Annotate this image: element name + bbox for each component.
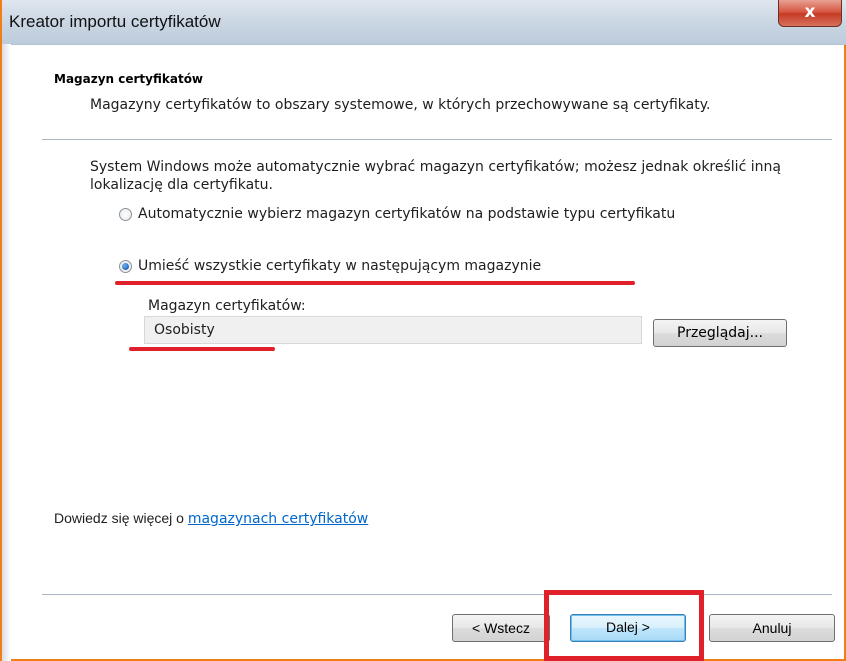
learn-more-text: Dowiedz się więcej o magazynach certyfik… (54, 510, 368, 527)
auto-select-store-option[interactable]: Automatycznie wybierz magazyn certyfikat… (119, 206, 675, 222)
certificate-stores-link[interactable]: magazynach certyfikatów (188, 511, 368, 527)
left-edge-shadow (2, 44, 11, 661)
store-field-label: Magazyn certyfikatów: (148, 298, 306, 314)
close-button[interactable]: x (778, 0, 842, 27)
page-description: Magazyny certyfikatów to obszary systemo… (90, 97, 711, 113)
back-button[interactable]: < Wstecz (452, 614, 550, 642)
certificate-store-field[interactable]: Osobisty (144, 316, 642, 344)
title-bar[interactable]: Kreator importu certyfikatów x (2, 0, 846, 45)
annotation-underline-store (129, 347, 275, 351)
footer-divider (42, 594, 832, 595)
cancel-button[interactable]: Anuluj (709, 614, 835, 642)
browse-button[interactable]: Przeglądaj... (653, 319, 787, 347)
page-title: Magazyn certyfikatów (54, 72, 204, 86)
annotation-underline-option (115, 281, 635, 285)
radio-icon[interactable] (119, 207, 132, 221)
learn-more-prefix: Dowiedz się więcej o (54, 510, 188, 526)
option-label: Automatycznie wybierz magazyn certyfikat… (138, 206, 676, 222)
header-divider (42, 139, 832, 140)
close-icon: x (804, 2, 816, 22)
window-title: Kreator importu certyfikatów (9, 12, 221, 31)
option-label: Umieść wszystkie certyfikaty w następują… (138, 258, 542, 274)
certificate-import-wizard-window: Kreator importu certyfikatów x Magazyn c… (0, 0, 846, 661)
intro-text: System Windows może automatycznie wybrać… (90, 159, 781, 193)
place-all-in-store-option[interactable]: Umieść wszystkie certyfikaty w następują… (119, 258, 541, 274)
radio-icon[interactable] (119, 259, 132, 273)
annotation-box-next (544, 590, 704, 661)
